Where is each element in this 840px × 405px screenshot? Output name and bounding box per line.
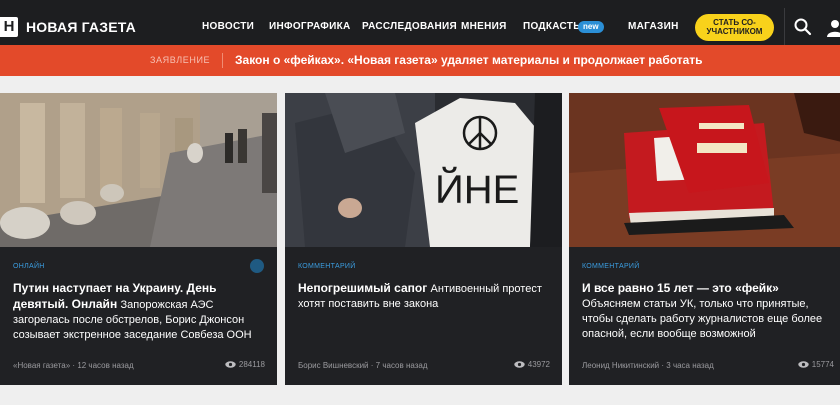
live-indicator	[250, 259, 264, 273]
article-lead: Объясняем статьи УК, только что принятые…	[582, 298, 823, 340]
article-teaser[interactable]: Путин наступает на Украину. День девятый…	[13, 281, 269, 343]
article-teaser[interactable]: Непогрешимый сапог Антивоенный протест х…	[298, 281, 554, 312]
view-count: 15774	[798, 360, 834, 369]
view-count: 284118	[225, 360, 265, 369]
article-card[interactable]: ОНЛАЙН Путин наступает на Украину. День …	[0, 93, 277, 385]
new-badge: new	[578, 21, 604, 33]
search-icon[interactable]	[793, 17, 813, 37]
article-image[interactable]	[569, 93, 840, 247]
statement-banner[interactable]: ЗАЯВЛЕНИЕ Закон о «фейках». «Новая газет…	[0, 45, 840, 76]
article-author[interactable]: Леонид Никитинский	[582, 361, 659, 370]
article-category[interactable]: КОММЕНТАРИЙ	[582, 263, 640, 270]
eye-icon	[514, 361, 525, 368]
logo-mark: Н	[0, 17, 18, 37]
svg-text:ЙНЕ: ЙНЕ	[435, 166, 519, 212]
article-author[interactable]: Борис Вишневский	[298, 361, 369, 370]
views-value: 284118	[238, 360, 265, 369]
cta-line2: УЧАСТНИКОМ	[706, 27, 763, 36]
article-title[interactable]: И все равно 15 лет — это «фейк»	[582, 281, 779, 295]
become-member-button[interactable]: СТАТЬ СО- УЧАСТНИКОМ	[695, 14, 774, 41]
view-count: 43972	[514, 360, 550, 369]
statement-divider	[222, 53, 223, 68]
eye-icon	[798, 361, 809, 368]
article-teaser[interactable]: И все равно 15 лет — это «фейк» Объясняе…	[582, 281, 838, 342]
views-value: 15774	[811, 360, 834, 369]
article-meta: «Новая газета» · 12 часов назад	[13, 361, 134, 370]
article-title[interactable]: Непогрешимый сапог	[298, 281, 431, 295]
article-image[interactable]: ЙНЕ	[285, 93, 562, 247]
article-meta: Борис Вишневский · 7 часов назад	[298, 361, 428, 370]
article-card[interactable]: КОММЕНТАРИЙ И все равно 15 лет — это «фе…	[569, 93, 840, 385]
article-time: 7 часов назад	[375, 361, 428, 370]
article-image[interactable]	[0, 93, 277, 247]
nav-infographics[interactable]: ИНФОГРАФИКА	[269, 21, 351, 32]
nav-divider	[784, 8, 785, 48]
nav-shop[interactable]: МАГАЗИН	[628, 21, 679, 32]
logo-text: НОВАЯ ГАЗЕТА	[26, 19, 136, 35]
article-meta: Леонид Никитинский · 3 часа назад	[582, 361, 714, 370]
article-author[interactable]: «Новая газета»	[13, 361, 70, 370]
nav-podcasts[interactable]: ПОДКАСТЫ	[523, 21, 583, 32]
cta-line1: СТАТЬ СО-	[713, 18, 756, 27]
article-category[interactable]: ОНЛАЙН	[13, 263, 45, 270]
article-time: 12 часов назад	[77, 361, 134, 370]
nav-news[interactable]: НОВОСТИ	[202, 21, 254, 32]
article-category[interactable]: КОММЕНТАРИЙ	[298, 263, 356, 270]
eye-icon	[225, 361, 236, 368]
nav-opinions[interactable]: МНЕНИЯ	[461, 21, 507, 32]
nav-investigations[interactable]: РАССЛЕДОВАНИЯ	[362, 21, 457, 32]
user-icon[interactable]	[826, 18, 840, 38]
article-card[interactable]: ЙНЕ КОММЕНТАРИЙ Непогрешимый сапог Антив…	[285, 93, 562, 385]
site-logo[interactable]: Н НОВАЯ ГАЗЕТА	[0, 17, 136, 37]
article-time: 3 часа назад	[666, 361, 714, 370]
statement-label: ЗАЯВЛЕНИЕ	[150, 55, 211, 65]
views-value: 43972	[527, 360, 550, 369]
statement-headline[interactable]: Закон о «фейках». «Новая газета» удаляет…	[235, 53, 703, 67]
